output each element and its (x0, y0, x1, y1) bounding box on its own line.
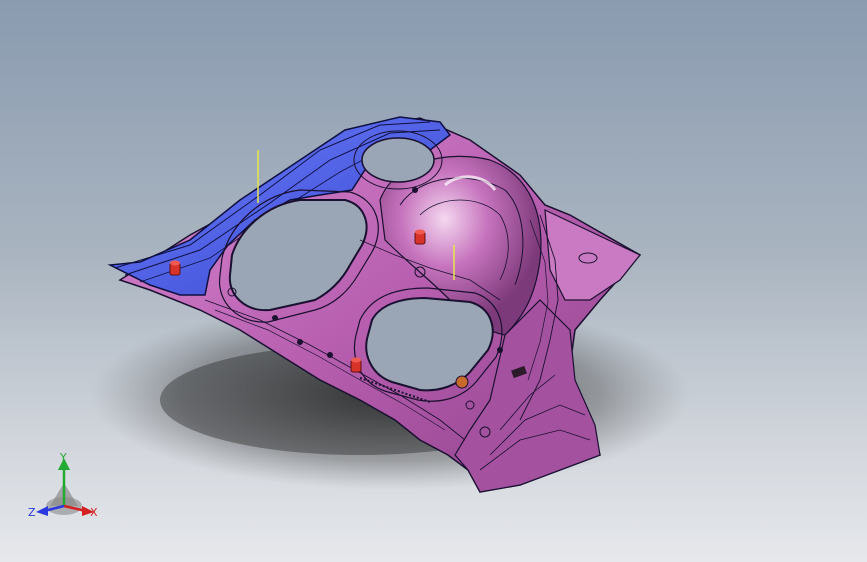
fastener-2[interactable] (414, 229, 426, 245)
right-flange[interactable] (544, 209, 641, 301)
fastener-1[interactable] (169, 260, 181, 276)
x-axis-label: X (90, 506, 98, 519)
z-axis-arrow (36, 506, 48, 516)
hole (327, 352, 333, 358)
hole (455, 375, 469, 389)
fastener-3[interactable] (350, 357, 362, 373)
graphics-viewport[interactable]: Y X Z (0, 0, 867, 562)
hole (272, 315, 278, 321)
y-axis-label: Y (59, 451, 67, 464)
z-axis-label: Z (28, 506, 36, 519)
hole (497, 347, 503, 353)
hole (412, 187, 418, 193)
model-view[interactable] (0, 0, 867, 562)
hole (297, 339, 303, 345)
orientation-triad[interactable]: Y X Z (22, 448, 112, 528)
top-circular-opening (361, 137, 435, 183)
